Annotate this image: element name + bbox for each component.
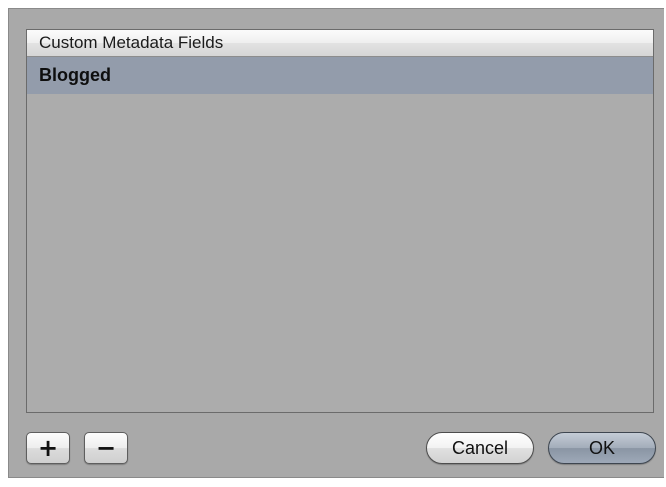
ok-button-label: OK (588, 437, 615, 458)
metadata-fields-table: Custom Metadata Fields Blogged (26, 29, 654, 413)
table-column-header[interactable]: Custom Metadata Fields (27, 30, 653, 57)
plus-icon: + (37, 434, 59, 462)
minus-icon: − (95, 434, 117, 462)
add-field-button[interactable]: + (26, 432, 70, 464)
table-row-blogged[interactable]: Blogged (27, 57, 653, 94)
cancel-button[interactable]: Cancel (426, 432, 534, 464)
remove-field-button[interactable]: − (84, 432, 128, 464)
ok-button[interactable]: OK (548, 432, 656, 464)
row-label: Blogged (39, 65, 111, 85)
cancel-button-label: Cancel (451, 437, 509, 458)
column-header-label: Custom Metadata Fields (39, 33, 224, 52)
custom-metadata-dialog: Custom Metadata Fields Blogged + − Cance… (8, 8, 664, 478)
